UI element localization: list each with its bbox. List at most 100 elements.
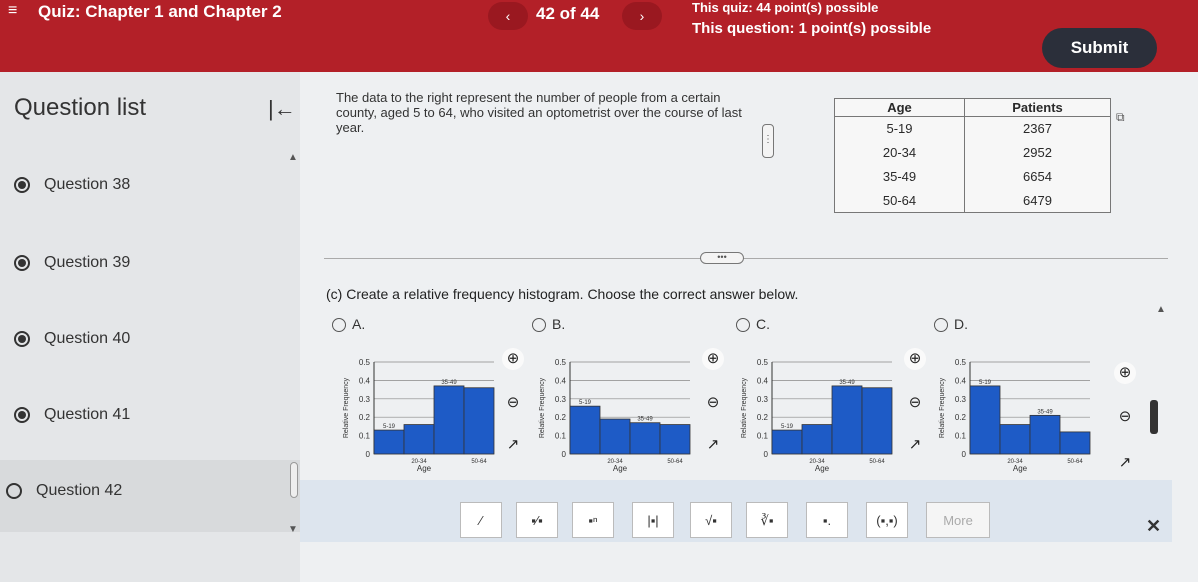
pane-resize-handle[interactable]: ⋮ [762, 124, 774, 158]
fraction-tool[interactable]: ⁄ [460, 502, 502, 538]
zoom-out-icon[interactable]: ⊖ [502, 392, 524, 414]
pane-resize-handle[interactable]: ••• [700, 252, 744, 264]
absolute-value-tool[interactable]: |▪| [632, 502, 674, 538]
histogram-option-d: Relative Frequency 0 0.1 0.2 0.3 0.4 0.5 5-19 35… [939, 358, 1091, 473]
y-tick-label: 0.2 [555, 413, 567, 422]
table-cell: 2367 [964, 116, 1111, 141]
completed-icon [14, 255, 30, 271]
y-tick-label: 0.4 [757, 376, 769, 385]
quiz-header: ≡ Quiz: Chapter 1 and Chapter 2 ‹ 42 of … [0, 0, 1198, 72]
y-tick-label: 0 [366, 450, 371, 459]
zoom-in-icon[interactable]: ⊕ [702, 348, 724, 370]
bar-label: 5-19 [383, 424, 396, 430]
histogram-bar [629, 422, 661, 455]
question-item-42[interactable]: Question 42 [0, 460, 300, 532]
table-header-row: Age Patients [834, 98, 1111, 117]
bar-label: 35-49 [637, 417, 653, 423]
collapse-sidebar-icon[interactable]: |← [268, 96, 296, 122]
scroll-down-icon[interactable]: ▼ [288, 524, 298, 535]
y-tick-label: 0.2 [955, 413, 967, 422]
y-axis-label: Relative Frequency [343, 377, 350, 438]
submit-button[interactable]: Submit [1042, 28, 1157, 68]
histogram-bar [463, 387, 495, 455]
bar-label: 35-49 [441, 380, 457, 386]
histogram-bar [771, 429, 803, 455]
ordered-pair-tool[interactable]: (▪,▪) [866, 502, 908, 538]
popout-icon[interactable]: ↗ [702, 434, 724, 456]
zoom-in-icon[interactable]: ⊕ [1114, 362, 1136, 384]
histogram-option-a: Relative Frequency 0 0.1 0.2 0.3 0.4 0.5 5-19 35… [343, 358, 495, 473]
x-axis-label: Age [613, 464, 628, 473]
more-tools-button[interactable]: More [926, 502, 990, 538]
question-prompt: (c) Create a relative frequency histogra… [326, 286, 799, 302]
histogram-bar [801, 424, 833, 455]
scroll-up-icon[interactable]: ▲ [1156, 304, 1166, 315]
question-item-41[interactable]: Question 41 [14, 406, 130, 430]
option-c-radio[interactable]: C. [736, 316, 770, 333]
mixed-number-tool[interactable]: ▪⁄▪ [516, 502, 558, 538]
x-axis-label: Age [815, 464, 830, 473]
option-d-radio[interactable]: D. [934, 316, 968, 333]
close-icon[interactable]: ✕ [1146, 516, 1161, 537]
zoom-out-icon[interactable]: ⊖ [1114, 406, 1136, 428]
histogram-bar [569, 405, 601, 455]
quiz-points: This quiz: 44 point(s) possible [692, 0, 879, 15]
zoom-in-icon[interactable]: ⊕ [904, 348, 926, 370]
option-a-radio[interactable]: A. [332, 316, 365, 333]
y-axis-label: Relative Frequency [741, 377, 748, 438]
table-cell: 50-64 [834, 188, 965, 213]
y-tick-label: 0.3 [757, 395, 769, 404]
menu-icon[interactable]: ≡ [8, 2, 17, 20]
content-scrollbar[interactable] [1150, 400, 1158, 434]
x-tick-label: 50-64 [869, 459, 885, 465]
question-item-40[interactable]: Question 40 [14, 330, 130, 354]
y-tick-label: 0 [764, 450, 769, 459]
histogram-bar [599, 418, 631, 455]
histogram-bar [373, 429, 405, 455]
bar-label: 5-19 [979, 380, 992, 386]
histogram-bar [1029, 414, 1061, 455]
histogram-bar [831, 385, 863, 455]
square-root-tool[interactable]: √▪ [690, 502, 732, 538]
incomplete-icon [6, 483, 22, 499]
y-tick-label: 0.2 [359, 413, 371, 422]
table-cell: 20-34 [834, 140, 965, 165]
option-b-radio[interactable]: B. [532, 316, 565, 333]
x-axis-label: Age [417, 464, 432, 473]
table-row: 35-49 6654 [834, 164, 1111, 189]
next-question-button[interactable]: › [622, 2, 662, 30]
table-cell: 5-19 [834, 116, 965, 141]
y-tick-label: 0.5 [757, 358, 769, 367]
scroll-up-icon[interactable]: ▲ [288, 152, 298, 163]
sidebar-scrollbar[interactable] [290, 462, 298, 498]
question-item-38[interactable]: Question 38 [14, 176, 130, 200]
popout-icon[interactable]: ↗ [502, 434, 524, 456]
popout-icon[interactable]: ↗ [904, 434, 926, 456]
zoom-out-icon[interactable]: ⊖ [904, 392, 926, 414]
x-tick-label: 50-64 [667, 459, 683, 465]
popout-icon[interactable]: ↗ [1114, 452, 1136, 474]
y-tick-label: 0.3 [955, 395, 967, 404]
table-cell: 35-49 [834, 164, 965, 189]
question-intro: The data to the right represent the numb… [336, 90, 742, 135]
radio-icon [736, 318, 750, 333]
question-list-sidebar: Question list |← ▲ Question 38 Question … [0, 72, 300, 582]
exponent-tool[interactable]: ▪ⁿ [572, 502, 614, 538]
zoom-out-icon[interactable]: ⊖ [702, 392, 724, 414]
zoom-in-icon[interactable]: ⊕ [502, 348, 524, 370]
radio-icon [532, 318, 546, 333]
y-tick-label: 0.1 [359, 432, 371, 441]
question-item-39[interactable]: Question 39 [14, 254, 130, 278]
decimal-tool[interactable]: ▪. [806, 502, 848, 538]
y-tick-label: 0.3 [359, 395, 371, 404]
table-row: 20-34 2952 [834, 140, 1111, 165]
nth-root-tool[interactable]: ∛▪ [746, 502, 788, 538]
y-tick-label: 0.1 [555, 432, 567, 441]
y-tick-label: 0 [562, 450, 567, 459]
y-tick-label: 0.5 [955, 358, 967, 367]
previous-question-button[interactable]: ‹ [488, 2, 528, 30]
copy-table-icon[interactable]: ⧉ [1116, 110, 1125, 125]
table-header: Age [834, 98, 965, 117]
question-points: This question: 1 point(s) possible [692, 20, 932, 37]
completed-icon [14, 407, 30, 423]
